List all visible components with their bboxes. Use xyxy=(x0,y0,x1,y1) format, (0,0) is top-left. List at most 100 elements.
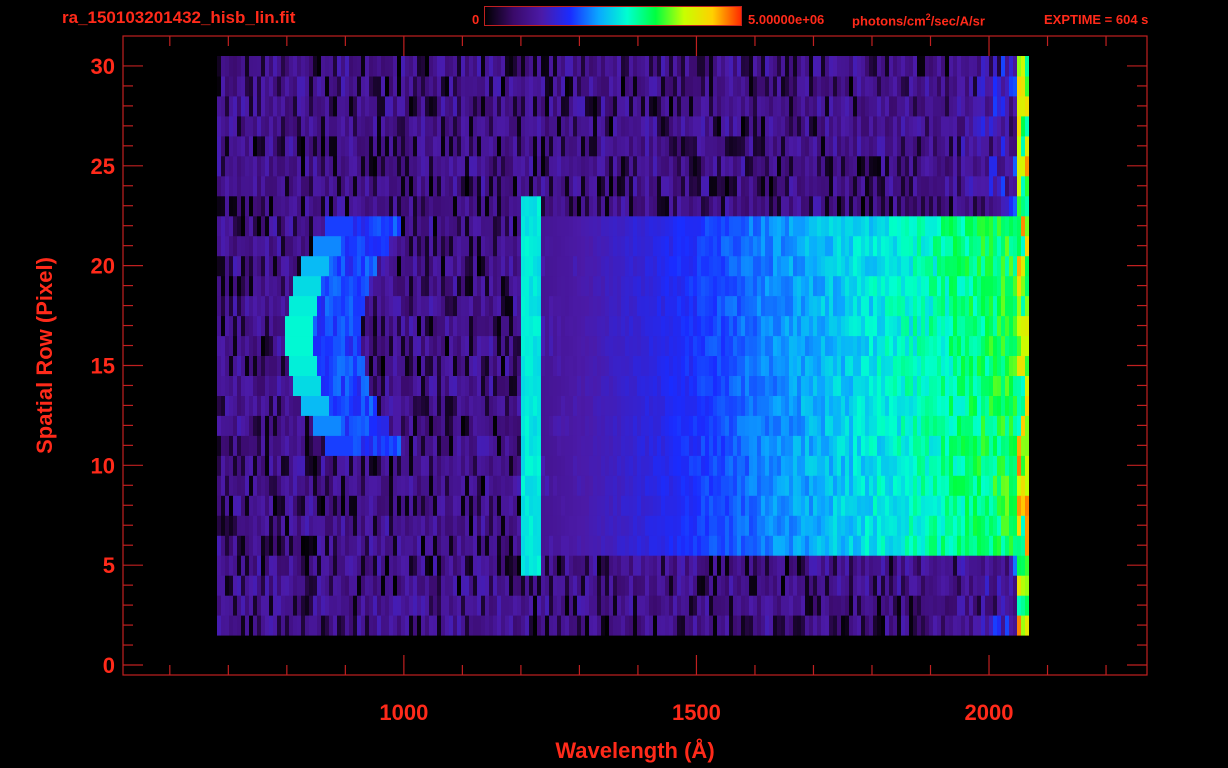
heatmap-cell xyxy=(653,535,657,556)
heatmap-cell xyxy=(549,275,553,297)
heatmap-cell xyxy=(541,275,545,297)
heatmap-cell xyxy=(685,515,689,536)
heatmap-cell xyxy=(989,515,993,536)
heatmap-cell xyxy=(633,455,637,476)
heatmap-cell xyxy=(665,475,669,496)
heatmap-cell xyxy=(997,195,1001,217)
heatmap-cell xyxy=(461,175,465,197)
heatmap-cell xyxy=(629,335,633,356)
heatmap-cell xyxy=(293,135,297,157)
heatmap-cell xyxy=(505,175,509,197)
heatmap-cell xyxy=(861,575,865,596)
heatmap-cell xyxy=(1013,255,1017,277)
heatmap-cell xyxy=(273,235,277,257)
heatmap-cell xyxy=(653,275,657,297)
heatmap-cell xyxy=(785,155,789,177)
heatmap-cell xyxy=(957,495,961,516)
heatmap-cell xyxy=(393,255,397,277)
heatmap-cell xyxy=(673,495,677,516)
heatmap-cell xyxy=(549,135,553,157)
heatmap-cell xyxy=(497,275,501,297)
heatmap-cell xyxy=(749,475,753,496)
heatmap-cell xyxy=(461,475,465,496)
heatmap-cell xyxy=(649,335,653,356)
heatmap-cell xyxy=(809,195,813,217)
heatmap-cell xyxy=(521,395,525,416)
heatmap-cell xyxy=(705,335,709,356)
heatmap-cell xyxy=(533,455,537,476)
heatmap-cell xyxy=(521,315,525,337)
heatmap-cell xyxy=(769,295,773,317)
heatmap-cell xyxy=(617,415,621,436)
heatmap-cell xyxy=(561,235,565,257)
heatmap-cell xyxy=(585,595,589,616)
heatmap-cell xyxy=(837,275,841,297)
heatmap-cell xyxy=(253,235,257,257)
heatmap-cell xyxy=(317,295,321,317)
heatmap-cell xyxy=(233,475,237,496)
heatmap-cell xyxy=(741,235,745,257)
heatmap-cell xyxy=(501,315,505,337)
heatmap-cell xyxy=(457,555,461,576)
heatmap-cell xyxy=(429,595,433,616)
heatmap-cell xyxy=(637,235,641,257)
heatmap-cell xyxy=(801,195,805,217)
heatmap-cell xyxy=(669,495,673,516)
heatmap-cell xyxy=(697,335,701,356)
heatmap-cell xyxy=(249,515,253,536)
heatmap-cell xyxy=(973,455,977,476)
heatmap-cell xyxy=(665,135,669,157)
heatmap-cell xyxy=(569,615,573,636)
heatmap-cell xyxy=(765,535,769,556)
heatmap-cell xyxy=(553,255,557,277)
heatmap-cell xyxy=(261,535,265,556)
heatmap-cell xyxy=(473,595,477,616)
heatmap-cell xyxy=(933,555,937,576)
heatmap-cell xyxy=(345,575,349,596)
heatmap-cell xyxy=(721,615,725,636)
heatmap-cell xyxy=(469,375,473,396)
heatmap-cell xyxy=(441,515,445,536)
heatmap-cell xyxy=(777,375,781,396)
heatmap-cell xyxy=(477,435,481,456)
heatmap-cell xyxy=(565,255,569,277)
heatmap-cell xyxy=(457,495,461,516)
heatmap-cell xyxy=(221,615,225,636)
heatmap-cell xyxy=(837,515,841,536)
heatmap-cell xyxy=(733,615,737,636)
heatmap-cell xyxy=(721,395,725,416)
heatmap-cell xyxy=(525,155,529,177)
heatmap-cell xyxy=(465,575,469,596)
heatmap-cell xyxy=(389,335,393,356)
heatmap-cell xyxy=(649,495,653,516)
heatmap-cell xyxy=(373,175,377,197)
heatmap-cell xyxy=(697,615,701,636)
heatmap-cell xyxy=(965,335,969,356)
heatmap-cell xyxy=(569,175,573,197)
heatmap-cell xyxy=(513,615,517,636)
heatmap-cell xyxy=(1025,575,1029,596)
heatmap-cell xyxy=(453,295,457,317)
heatmap-cell xyxy=(449,375,453,396)
heatmap-cell xyxy=(529,495,533,516)
heatmap-cell xyxy=(845,215,849,237)
heatmap-cell xyxy=(781,215,785,237)
heatmap-cell xyxy=(433,595,437,616)
heatmap-cell xyxy=(489,455,493,476)
heatmap-cell xyxy=(781,175,785,197)
heatmap-cell xyxy=(401,195,405,217)
heatmap-cell xyxy=(265,595,269,616)
heatmap-cell xyxy=(437,315,441,337)
heatmap-cell xyxy=(709,495,713,516)
heatmap-cell xyxy=(297,195,301,217)
heatmap-cell xyxy=(357,555,361,576)
heatmap-cell xyxy=(605,515,609,536)
heatmap-cell xyxy=(841,455,845,476)
heatmap-cell xyxy=(781,375,785,396)
heatmap-cell xyxy=(313,595,317,616)
heatmap-cell xyxy=(405,435,409,456)
heatmap-cell xyxy=(573,195,577,217)
heatmap-cell xyxy=(381,535,385,556)
heatmap-cell xyxy=(749,415,753,436)
heatmap-cell xyxy=(889,395,893,416)
